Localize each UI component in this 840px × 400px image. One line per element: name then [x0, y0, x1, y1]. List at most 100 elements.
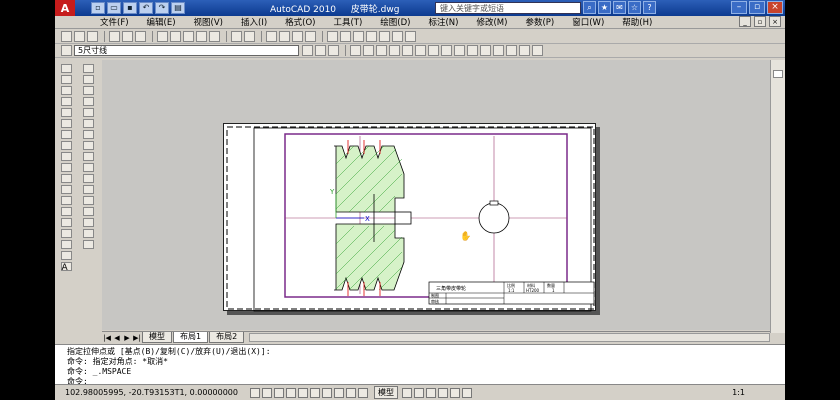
snap-intersection-icon[interactable]: [389, 45, 400, 56]
point-icon[interactable]: [60, 207, 72, 216]
copy-icon[interactable]: [170, 31, 181, 42]
snap-tangent-icon[interactable]: [454, 45, 465, 56]
mirror-icon[interactable]: [82, 86, 94, 95]
snap-parallel-icon[interactable]: [480, 45, 491, 56]
doc-close-button[interactable]: ×: [769, 16, 781, 27]
rectangle-icon[interactable]: [60, 108, 72, 117]
snap-extension-icon[interactable]: [415, 45, 426, 56]
layer-dropdown[interactable]: 5尺寸线: [74, 45, 299, 56]
scale-icon[interactable]: [82, 141, 94, 150]
stretch-icon[interactable]: [82, 152, 94, 161]
help-icon[interactable]: [405, 31, 416, 42]
vertical-scrollbar[interactable]: [770, 60, 785, 333]
doc-minimize-button[interactable]: _: [739, 16, 751, 27]
layer-state-icon[interactable]: [328, 45, 339, 56]
snap-midpoint-icon[interactable]: [376, 45, 387, 56]
tab-layout2[interactable]: 布局2: [209, 332, 245, 343]
scroll-thumb[interactable]: [773, 70, 783, 78]
prev-tab-icon[interactable]: ◀: [112, 334, 122, 342]
steering-wheel-icon[interactable]: [450, 387, 460, 398]
menu-modify[interactable]: 修改(M): [476, 16, 507, 28]
snap-center-icon[interactable]: [428, 45, 439, 56]
zoom-previous-icon[interactable]: [305, 31, 316, 42]
arc-icon[interactable]: [60, 119, 72, 128]
help-icon[interactable]: ?: [643, 1, 656, 14]
menu-dimension[interactable]: 标注(N): [428, 16, 458, 28]
menu-help[interactable]: 帮助(H): [622, 16, 652, 28]
new-icon[interactable]: ▫: [91, 2, 105, 14]
maximize-button[interactable]: ▫: [749, 1, 765, 14]
publish-icon[interactable]: [135, 31, 146, 42]
menu-tools[interactable]: 工具(T): [333, 16, 362, 28]
menu-view[interactable]: 视图(V): [194, 16, 223, 28]
menu-insert[interactable]: 插入(I): [241, 16, 267, 28]
snap-apparent-icon[interactable]: [402, 45, 413, 56]
layer-manager-icon[interactable]: [61, 45, 72, 56]
offset-icon[interactable]: [82, 97, 94, 106]
object-snap-icon[interactable]: [350, 45, 361, 56]
lineweight-icon[interactable]: [346, 387, 356, 398]
osnap-settings-icon[interactable]: [532, 45, 543, 56]
undo-icon[interactable]: [231, 31, 242, 42]
chamfer-icon[interactable]: [82, 218, 94, 227]
tab-model[interactable]: 模型: [142, 332, 172, 343]
move-icon[interactable]: [82, 119, 94, 128]
grid-display-icon[interactable]: [262, 387, 272, 398]
calculator-icon[interactable]: [392, 31, 403, 42]
insert-block-icon[interactable]: [60, 185, 72, 194]
erase-icon[interactable]: [82, 64, 94, 73]
match-properties-icon[interactable]: [196, 31, 207, 42]
zoom-realtime-icon[interactable]: [279, 31, 290, 42]
tab-layout1[interactable]: 布局1: [173, 332, 209, 343]
quick-properties-icon[interactable]: [358, 387, 368, 398]
line-icon[interactable]: [60, 64, 72, 73]
snap-mode-icon[interactable]: [250, 387, 260, 398]
last-tab-icon[interactable]: ▶|: [132, 334, 142, 342]
table-icon[interactable]: [60, 251, 72, 260]
polygon-icon[interactable]: [60, 97, 72, 106]
pan-icon[interactable]: [266, 31, 277, 42]
break-icon[interactable]: [82, 196, 94, 205]
tool-palettes-icon[interactable]: [353, 31, 364, 42]
join-icon[interactable]: [82, 207, 94, 216]
quick-view-layouts-icon[interactable]: [402, 387, 412, 398]
fillet-icon[interactable]: [82, 229, 94, 238]
redo-icon[interactable]: [244, 31, 255, 42]
make-current-layer-icon[interactable]: [302, 45, 313, 56]
model-paper-toggle[interactable]: 模型: [374, 386, 398, 399]
paste-icon[interactable]: [183, 31, 194, 42]
snap-perpendicular-icon[interactable]: [467, 45, 478, 56]
cut-icon[interactable]: [157, 31, 168, 42]
snap-nearest-icon[interactable]: [506, 45, 517, 56]
polyline-icon[interactable]: [60, 86, 72, 95]
doc-restore-button[interactable]: ▫: [754, 16, 766, 27]
plot-icon[interactable]: [109, 31, 120, 42]
annotation-scale[interactable]: 1:1: [732, 388, 745, 397]
object-snap-toggle-icon[interactable]: [298, 387, 308, 398]
first-tab-icon[interactable]: |◀: [102, 334, 112, 342]
ellipse-icon[interactable]: [60, 163, 72, 172]
revision-cloud-icon[interactable]: [60, 141, 72, 150]
circle-icon[interactable]: [60, 130, 72, 139]
favorites-icon[interactable]: ☆: [628, 1, 641, 14]
undo-icon[interactable]: ↶: [139, 2, 153, 14]
save-icon[interactable]: ▪: [123, 2, 137, 14]
break-at-point-icon[interactable]: [82, 185, 94, 194]
construction-line-icon[interactable]: [60, 75, 72, 84]
new-icon[interactable]: [61, 31, 72, 42]
menu-draw[interactable]: 绘图(D): [380, 16, 410, 28]
snap-quadrant-icon[interactable]: [441, 45, 452, 56]
menu-edit[interactable]: 编辑(E): [147, 16, 176, 28]
redo-icon[interactable]: ↷: [155, 2, 169, 14]
menu-window[interactable]: 窗口(W): [572, 16, 604, 28]
object-snap-tracking-icon[interactable]: [310, 387, 320, 398]
spline-icon[interactable]: [60, 152, 72, 161]
multiline-text-icon[interactable]: A: [60, 262, 72, 273]
snap-endpoint-icon[interactable]: [363, 45, 374, 56]
menu-file[interactable]: 文件(F): [100, 16, 129, 28]
subscription-icon[interactable]: ★: [598, 1, 611, 14]
preview-icon[interactable]: [122, 31, 133, 42]
snap-node-icon[interactable]: [493, 45, 504, 56]
close-button[interactable]: ×: [767, 1, 783, 14]
polar-tracking-icon[interactable]: [286, 387, 296, 398]
